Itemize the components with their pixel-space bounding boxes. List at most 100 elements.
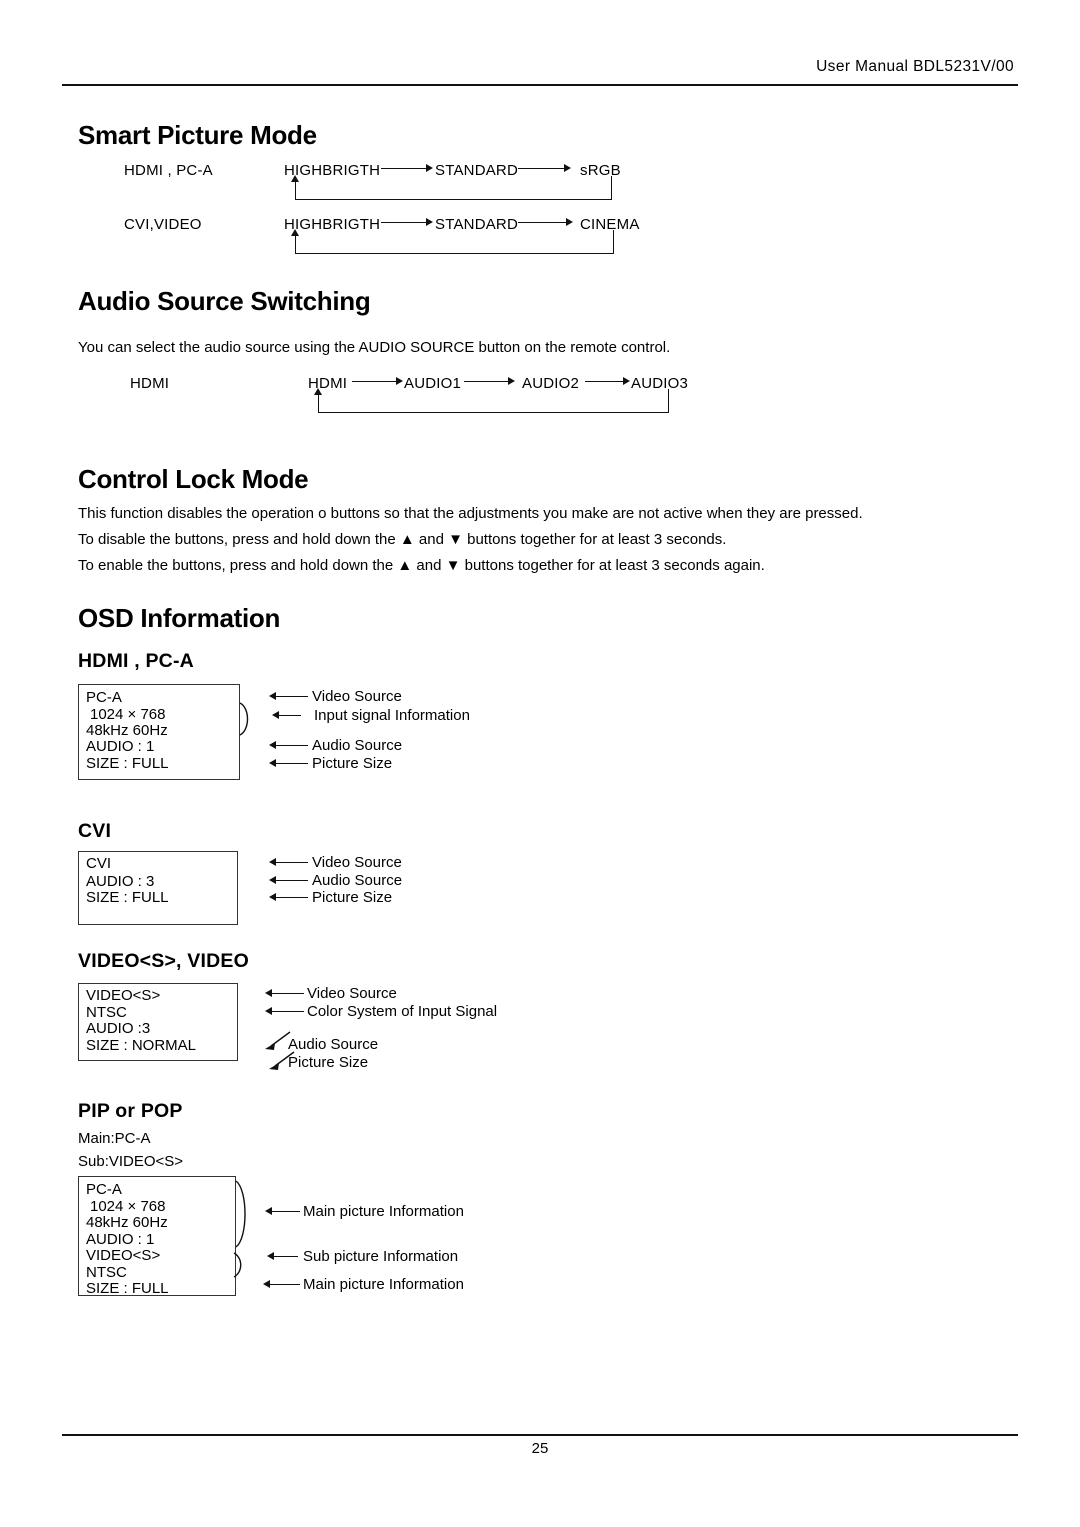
osd-group-2-heading: VIDEO<S>, VIDEO (78, 950, 249, 972)
arrow-right-icon (623, 377, 630, 385)
osd-group-3-heading: PIP or POP (78, 1100, 183, 1122)
flow-connector (518, 222, 570, 223)
arrow-left-icon (269, 893, 276, 901)
page-title-osd-information: OSD Information (78, 603, 281, 633)
osd-box-line: CVI (86, 855, 112, 872)
arrow-right-icon (426, 218, 433, 226)
smart-picture-row-1-mode-1: STANDARD (435, 216, 518, 233)
osd-callout-label: Main picture Information (303, 1203, 464, 1220)
osd-box-line: AUDIO : 1 (86, 1231, 155, 1248)
smart-picture-row-0-source: HDMI , PC-A (124, 162, 213, 179)
osd-callout-label: Picture Size (312, 889, 393, 906)
audio-source-description: You can select the audio source using th… (78, 339, 671, 356)
pip-sub-source: Sub:VIDEO<S> (78, 1153, 184, 1170)
osd-box-line: NTSC (86, 1004, 127, 1021)
osd-callout-label: Picture Size (288, 1054, 369, 1071)
arrow-left-icon (272, 711, 279, 719)
osd-callout-label: Audio Source (312, 872, 403, 889)
osd-callout-label: Audio Source (288, 1036, 379, 1053)
callout-leader (274, 880, 308, 881)
page-title-smart-picture-mode: Smart Picture Mode (78, 120, 317, 150)
arrow-up-icon (291, 175, 299, 182)
control-lock-paragraph-1: To disable the buttons, press and hold d… (78, 531, 727, 548)
arrow-left-icon (269, 876, 276, 884)
osd-box-line: SIZE : NORMAL (86, 1037, 197, 1054)
flow-loopback-line (295, 253, 614, 254)
arrow-right-icon (396, 377, 403, 385)
osd-callout-label: Main picture Information (303, 1276, 464, 1293)
flow-loopback-line (668, 389, 669, 413)
arrow-left-icon (265, 1207, 272, 1215)
osd-box-line: NTSC (86, 1264, 127, 1281)
osd-callout-label: Video Source (312, 688, 402, 705)
arrow-right-icon (566, 218, 573, 226)
flow-connector (585, 381, 627, 382)
callout-leader (274, 862, 308, 863)
osd-box-line: AUDIO : 3 (86, 873, 155, 890)
callout-leader (270, 1011, 304, 1012)
osd-callout-label: Video Source (312, 854, 402, 871)
osd-box-line: PC-A (86, 1181, 122, 1198)
smart-picture-row-1-mode-2: CINEMA (580, 216, 640, 233)
arrow-right-icon (508, 377, 515, 385)
arrow-left-icon (265, 1007, 272, 1015)
group-brace-icon (239, 702, 249, 736)
footer-page-number: 25 (531, 1440, 549, 1457)
audio-source-mode-3: AUDIO3 (631, 375, 689, 392)
osd-box-line: 48kHz 60Hz (86, 722, 168, 739)
header-manual-label: User Manual BDL5231V/00 (816, 58, 1014, 75)
callout-leader (274, 745, 308, 746)
osd-group-1-heading: CVI (78, 820, 112, 842)
flow-connector (381, 222, 428, 223)
pip-main-source: Main:PC-A (78, 1130, 151, 1147)
flow-connector (518, 168, 568, 169)
osd-callout-label: Audio Source (312, 737, 403, 754)
osd-box-line: SIZE : FULL (86, 1280, 169, 1297)
osd-box-line: PC-A (86, 689, 122, 706)
osd-box-line: SIZE : FULL (86, 755, 169, 772)
arrow-left-icon (263, 1280, 270, 1288)
osd-box-line: SIZE : FULL (86, 889, 169, 906)
smart-picture-row-0-mode-2: sRGB (580, 162, 621, 179)
osd-box-line: 1024 × 768 (90, 1198, 166, 1215)
smart-picture-row-0-mode-1: STANDARD (435, 162, 518, 179)
flow-loopback-line (295, 182, 296, 200)
flow-loopback-line (295, 199, 612, 200)
osd-box-line: 48kHz 60Hz (86, 1214, 168, 1231)
arrow-left-icon (265, 989, 272, 997)
arrow-right-icon (426, 164, 433, 172)
flow-loopback-line (318, 395, 319, 413)
flow-loopback-line (611, 176, 612, 200)
osd-callout-label: Video Source (307, 985, 397, 1002)
arrow-left-icon (269, 741, 276, 749)
manual-page: User Manual BDL5231V/00 Smart Picture Mo… (0, 0, 1080, 1527)
control-lock-paragraph-0: This function disables the operation o b… (78, 505, 863, 522)
osd-callout-label: Picture Size (312, 755, 393, 772)
osd-callout-label: Input signal Information (314, 707, 470, 724)
footer-divider (62, 1434, 1018, 1436)
osd-callout-label: Color System of Input Signal (307, 1003, 498, 1020)
osd-callout-label: Sub picture Information (303, 1248, 459, 1265)
osd-box-line: 1024 × 768 (90, 706, 166, 723)
osd-group-0-heading: HDMI , PC-A (78, 650, 194, 672)
callout-leader (270, 1211, 300, 1212)
osd-box-line: AUDIO : 1 (86, 738, 155, 755)
osd-box-line: AUDIO :3 (86, 1020, 151, 1037)
callout-leader (270, 993, 304, 994)
osd-box-line: VIDEO<S> (86, 987, 161, 1004)
callout-leader (274, 763, 308, 764)
group-brace-icon (233, 1252, 242, 1278)
flow-loopback-line (295, 236, 296, 254)
arrow-right-icon (564, 164, 571, 172)
flow-loopback-line (613, 230, 614, 254)
callout-leader (272, 1256, 298, 1257)
flow-loopback-line (318, 412, 669, 413)
arrow-left-icon (269, 858, 276, 866)
callout-leader (274, 897, 308, 898)
audio-source-mode-1: AUDIO1 (404, 375, 462, 392)
header-divider (62, 84, 1018, 86)
arrow-left-icon (269, 759, 276, 767)
control-lock-paragraph-2: To enable the buttons, press and hold do… (78, 557, 765, 574)
flow-connector (352, 381, 398, 382)
arrow-left-icon (267, 1252, 274, 1260)
